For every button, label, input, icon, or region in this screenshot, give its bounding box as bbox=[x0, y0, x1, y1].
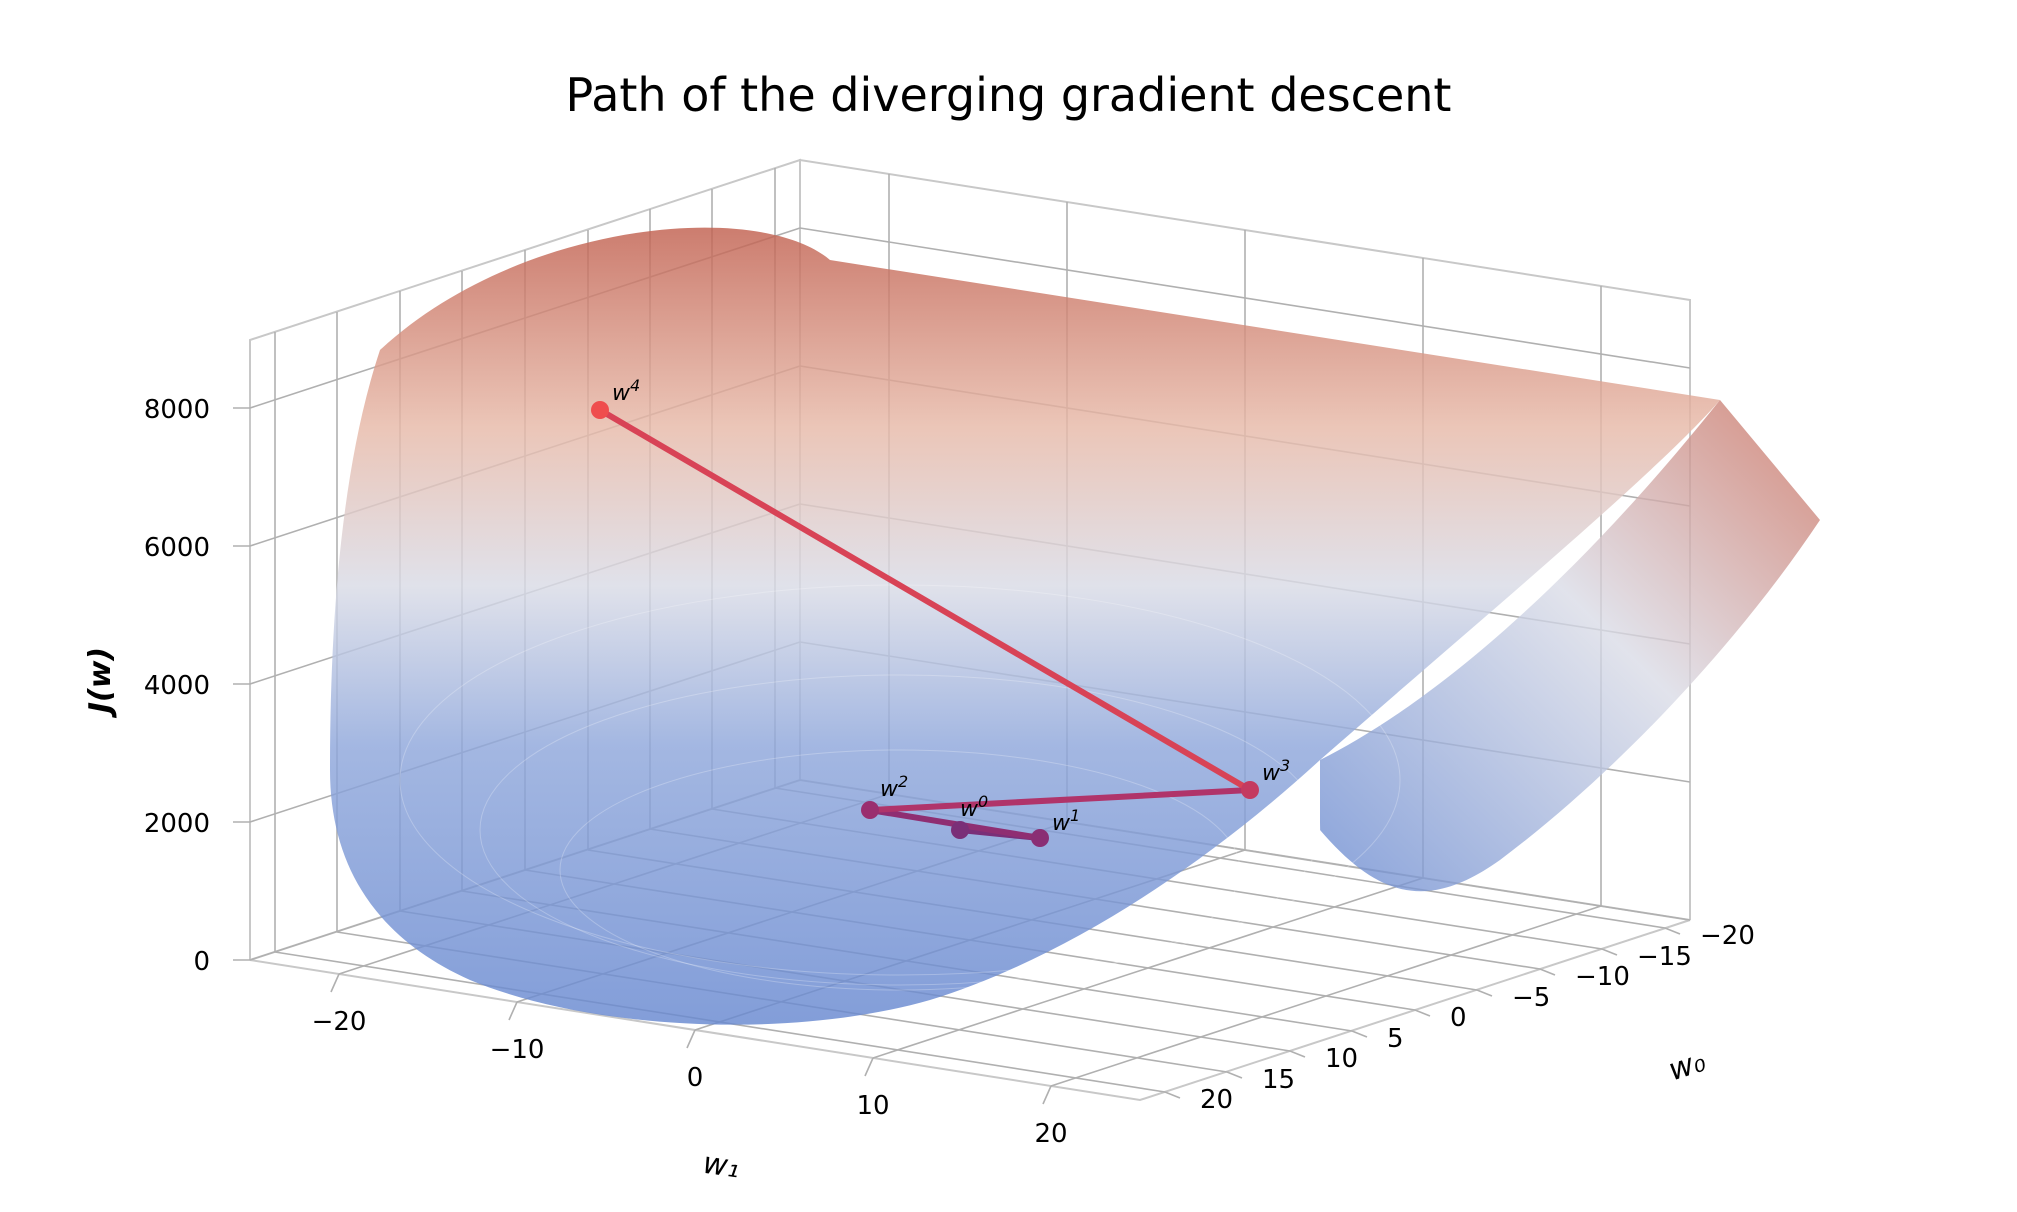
y-tick-label: −5 bbox=[1512, 983, 1550, 1013]
z-axis-label: J(w) bbox=[83, 647, 118, 718]
z-tick-label: 8000 bbox=[144, 395, 210, 425]
x-tick-label: 0 bbox=[687, 1063, 704, 1093]
y-tick-label: 5 bbox=[1387, 1024, 1404, 1054]
chart-stage: Path of the diverging gradient descent bbox=[0, 0, 2017, 1212]
z-tick-label: 6000 bbox=[144, 533, 210, 563]
x-axis-label: w₁ bbox=[701, 1146, 742, 1186]
y-tick-label: −20 bbox=[1700, 921, 1755, 951]
x-tick-label: −10 bbox=[490, 1035, 545, 1065]
y-tick-label: 10 bbox=[1325, 1044, 1358, 1074]
x-tick-label: 20 bbox=[1034, 1119, 1067, 1149]
z-ticks: 0 2000 4000 6000 8000 bbox=[144, 395, 250, 977]
z-tick-label: 4000 bbox=[144, 671, 210, 701]
y-axis-label: w₀ bbox=[1664, 1044, 1710, 1089]
z-tick-label: 0 bbox=[193, 947, 210, 977]
x-tick-label: 10 bbox=[856, 1091, 889, 1121]
y-tick-label: −10 bbox=[1575, 962, 1630, 992]
y-ticks: −20 −15 −10 −5 0 5 10 15 20 bbox=[1165, 921, 1755, 1115]
chart-svg: w0 w1 w2 w3 w4 0 2000 4000 bbox=[0, 0, 2017, 1212]
y-tick-label: 20 bbox=[1200, 1085, 1233, 1115]
y-tick-label: 0 bbox=[1450, 1003, 1467, 1033]
z-tick-label: 2000 bbox=[144, 809, 210, 839]
x-tick-label: −20 bbox=[312, 1007, 367, 1037]
y-tick-label: −15 bbox=[1637, 942, 1692, 972]
y-tick-label: 15 bbox=[1262, 1065, 1295, 1095]
